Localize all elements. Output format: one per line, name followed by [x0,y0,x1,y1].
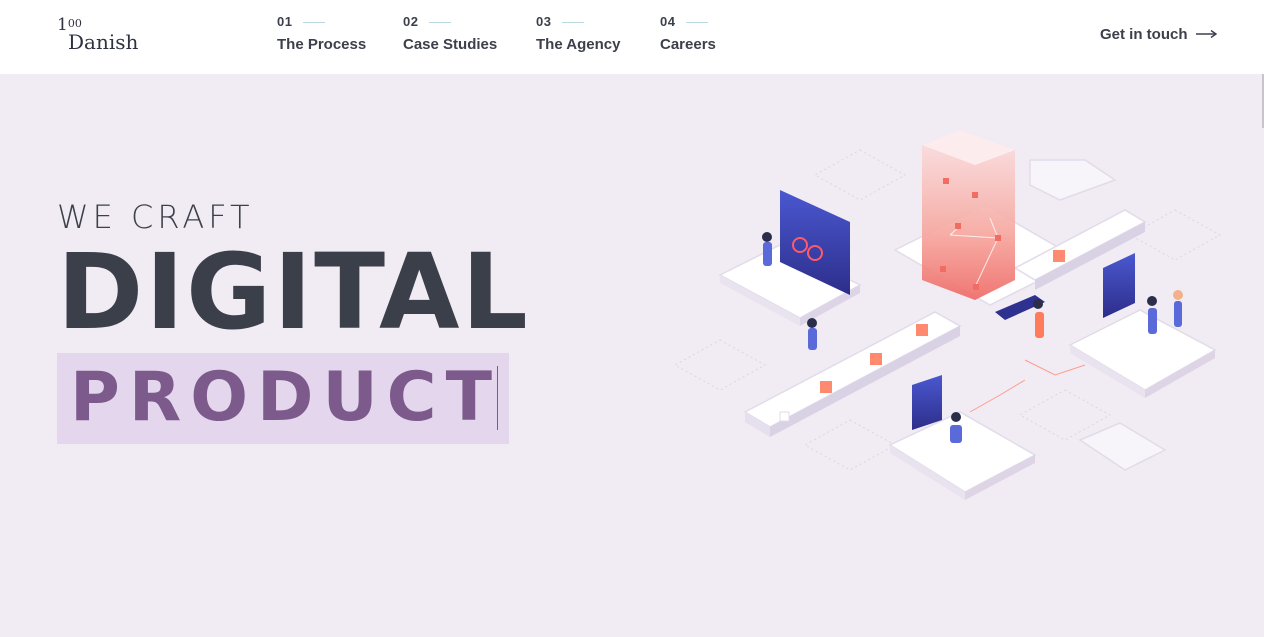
nav-label: The Agency [536,36,621,53]
typing-caret [497,366,498,430]
nav-dash [303,22,325,23]
nav-dash [686,22,708,23]
logo-superscript: 00 [67,17,82,30]
nav-label: Careers [660,36,716,53]
brand-logo[interactable]: 100 Danish [57,16,147,60]
nav-number: 02 [403,14,419,29]
arrow-right-icon [1195,29,1217,39]
nav-label: The Process [277,36,367,53]
nav-label: Case Studies [403,36,498,53]
hero-line-product: PRODUCT [70,358,501,437]
get-in-touch-label: Get in touch [1100,26,1188,43]
top-header: 100 Danish 01 The Process 02 Case Studie… [0,0,1264,74]
hero-line-digital: DIGITAL [57,231,530,353]
logo-word: Danish [68,30,139,54]
nav-dash [562,22,584,23]
nav-dash [429,22,451,23]
isometric-illustration [673,130,1222,500]
get-in-touch-link[interactable]: Get in touch [1100,26,1218,43]
nav-number: 01 [277,14,293,29]
nav-number: 04 [660,14,676,29]
nav-number: 03 [536,14,552,29]
